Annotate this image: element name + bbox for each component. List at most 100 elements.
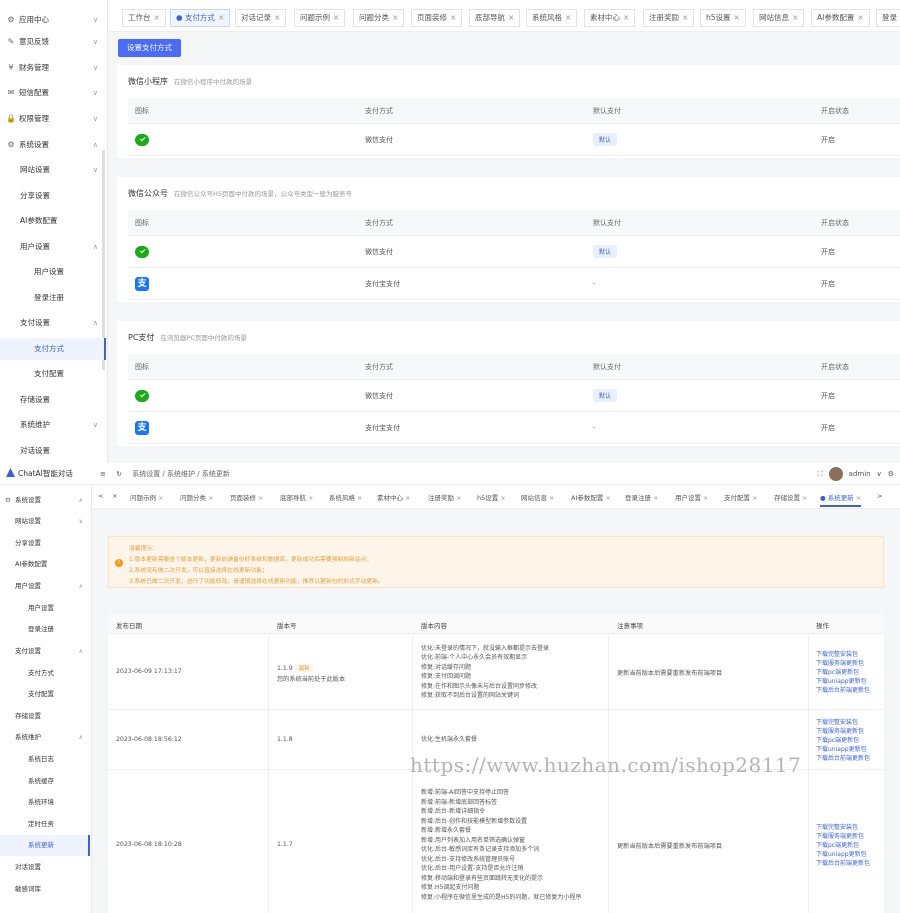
close-icon[interactable]: × [405, 494, 410, 502]
sidebar-item[interactable]: 支付设置 ∧ [0, 312, 106, 334]
download-link[interactable]: 下载服务端更新包 [816, 832, 870, 841]
close-icon[interactable]: × [333, 13, 339, 22]
download-link[interactable]: 下载pc端更新包 [816, 736, 870, 745]
tab[interactable]: 系统风格 × [526, 9, 578, 27]
download-link[interactable]: 下载后台前端更新包 [816, 754, 870, 763]
tab[interactable]: 底部导航 × [469, 9, 521, 27]
tab[interactable]: 问题分类 × [353, 9, 405, 27]
sidebar-item[interactable]: AI参数配置 [0, 210, 106, 232]
download-link[interactable]: 下载pc端更新包 [816, 668, 870, 677]
download-link[interactable]: 下载服务端更新包 [816, 659, 870, 668]
sidebar-item[interactable]: 存储设置 [0, 389, 106, 411]
close-icon[interactable]: × [623, 13, 629, 22]
close-icon[interactable]: × [682, 13, 688, 22]
sidebar-item[interactable]: ⚙ 系统设置 ∧ [0, 134, 106, 156]
download-link[interactable]: 下载完整安装包 [816, 823, 870, 832]
close-icon[interactable]: × [565, 13, 571, 22]
tab[interactable]: 问题示例 × [294, 9, 346, 27]
sidebar-item[interactable]: 支付设置 ∧ [0, 641, 90, 662]
fullscreen-icon[interactable]: ⛶ [818, 470, 823, 479]
close-icon[interactable]: × [308, 494, 313, 502]
tab[interactable]: ● 支付方式 × [170, 9, 231, 27]
download-link[interactable]: 下载pc端更新包 [816, 841, 870, 850]
tab[interactable]: 用户设置 × [675, 492, 708, 502]
sidebar-item[interactable]: 存储设置 [0, 706, 90, 727]
sidebar-item[interactable]: 定时任务 [0, 814, 90, 835]
sidebar-item[interactable]: 系统日志 [0, 749, 90, 770]
close-icon[interactable]: × [158, 494, 163, 502]
close-icon[interactable]: × [218, 13, 224, 22]
tab[interactable]: 注册奖励 × [643, 9, 695, 27]
close-icon[interactable]: × [802, 494, 807, 502]
tab[interactable]: × [112, 492, 117, 500]
sidebar-item[interactable]: 系统环境 [0, 792, 90, 813]
close-icon[interactable]: × [703, 494, 708, 502]
tab[interactable]: ● 系统更新 × [820, 492, 862, 507]
sidebar-item[interactable]: ⚙ 系统设置 ∧ [0, 490, 90, 511]
sidebar-item[interactable]: 登录注册 [0, 619, 90, 640]
tab[interactable]: > [877, 492, 882, 500]
sidebar-item[interactable]: 系统更新 [0, 835, 90, 856]
sidebar-item[interactable]: ✉ 短信配置 ∨ [0, 82, 106, 104]
close-icon[interactable]: × [357, 494, 362, 502]
sidebar-item[interactable]: 支付配置 [0, 363, 106, 385]
tab[interactable]: 页面装修 × [230, 492, 263, 502]
sidebar-item[interactable]: 对话设置 [0, 857, 90, 878]
sidebar-item[interactable]: 支付配置 [0, 684, 90, 705]
tab[interactable]: 页面装修 × [411, 9, 463, 27]
tab[interactable]: 登录注册 × [625, 492, 658, 502]
close-icon[interactable]: × [392, 13, 398, 22]
close-icon[interactable]: × [508, 13, 514, 22]
download-link[interactable]: 下载uniapp更新包 [816, 850, 870, 859]
close-icon[interactable]: × [154, 13, 160, 22]
menu-fold-icon[interactable]: ≡ [100, 470, 106, 478]
sidebar-item[interactable]: 用户设置 [0, 261, 106, 283]
tab[interactable]: < [98, 492, 103, 500]
sidebar-item[interactable]: 用户设置 [0, 598, 90, 619]
tab[interactable]: 素材中心 × [377, 492, 410, 502]
close-icon[interactable]: × [549, 494, 554, 502]
tab[interactable]: 网站信息 × [753, 9, 805, 27]
sidebar-item[interactable]: 分享设置 [0, 533, 90, 554]
sidebar-item[interactable]: 对话设置 [0, 440, 106, 462]
tab[interactable]: 系统风格 × [329, 492, 362, 502]
close-icon[interactable]: × [734, 13, 740, 22]
sidebar-item[interactable]: 用户设置 ∧ [0, 576, 90, 597]
sidebar-item[interactable]: 分享设置 [0, 185, 106, 207]
sidebar-item[interactable]: ✎ 意见反馈 ∨ [0, 31, 106, 53]
close-icon[interactable]: × [450, 13, 456, 22]
sidebar-item[interactable]: 敏感词库 [0, 879, 90, 900]
tab[interactable]: h5设置 × [700, 9, 746, 27]
tab[interactable]: AI参数配置 × [571, 492, 611, 502]
close-icon[interactable]: × [500, 494, 505, 502]
chevron-down-icon[interactable]: ∨ [877, 470, 882, 478]
tab[interactable]: 存储设置 × [774, 492, 807, 502]
close-icon[interactable]: × [857, 13, 863, 22]
tab[interactable]: 网站信息 × [521, 492, 554, 502]
close-icon[interactable]: × [752, 494, 757, 502]
close-icon[interactable]: × [792, 13, 798, 22]
tab[interactable]: 问题分类 × [180, 492, 213, 502]
tab[interactable]: 工作台 × [122, 9, 166, 27]
download-link[interactable]: 下载后台前端更新包 [816, 859, 870, 868]
tab[interactable]: 底部导航 × [280, 492, 313, 502]
close-icon[interactable]: × [456, 494, 461, 502]
app-logo[interactable]: ChatAI智能对话 [6, 468, 73, 479]
sidebar-scrollbar[interactable] [102, 150, 105, 370]
close-icon[interactable]: × [258, 494, 263, 502]
tab[interactable]: 支付配置 × [724, 492, 757, 502]
tab[interactable]: 素材中心 × [584, 9, 636, 27]
close-icon[interactable]: × [605, 494, 610, 502]
sidebar-item[interactable]: 网站设置 ∨ [0, 511, 90, 532]
sidebar-item[interactable]: 用户设置 ∧ [0, 236, 106, 258]
refresh-icon[interactable]: ↻ [116, 470, 122, 478]
tab[interactable]: h5设置 × [477, 492, 506, 502]
sidebar-item[interactable]: 🔒 权限管理 ∨ [0, 108, 106, 130]
download-link[interactable]: 下载服务端更新包 [816, 727, 870, 736]
sidebar-item[interactable]: 支付方式 [0, 338, 106, 360]
avatar[interactable] [828, 467, 843, 481]
sidebar-item[interactable]: ⚙ 应用中心 ∨ [0, 9, 106, 31]
sidebar-item[interactable]: 系统维护 ∨ [0, 414, 106, 436]
download-link[interactable]: 下载完整安装包 [816, 650, 870, 659]
sidebar-item[interactable]: 系统维护 ∧ [0, 727, 90, 748]
